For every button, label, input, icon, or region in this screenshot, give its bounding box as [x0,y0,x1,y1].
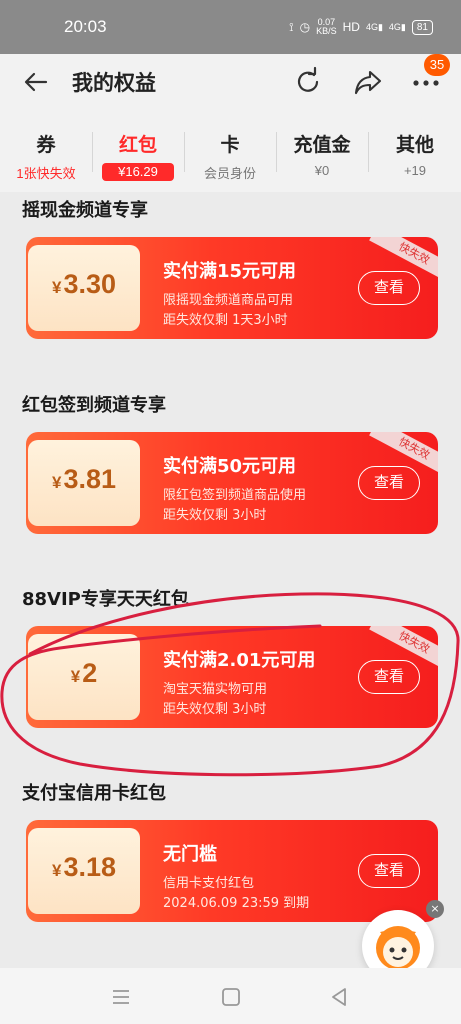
amount-panel: ¥3.30 [28,245,140,331]
red-packet-card[interactable]: ¥3.30 实付满15元可用 限摇现金频道商品可用 距失效仅剩 1天3小时 查看… [26,237,438,339]
amount: ¥3.30 [51,269,117,299]
red-packet-card[interactable]: ¥3.81 实付满50元可用 限红包签到频道商品使用 距失效仅剩 3小时 查看 … [26,432,438,534]
section-title: 支付宝信用卡红包 [22,783,166,804]
view-button[interactable]: 查看 [358,466,420,500]
amount: ¥3.81 [51,464,117,494]
section-title: 红包签到频道专享 [22,395,166,416]
page-title: 我的权益 [72,71,156,95]
tab-label: 券 [36,134,56,156]
section-title: 88VIP专享天天红包 [22,589,189,610]
amount: ¥2 [70,658,98,688]
amount: ¥3.18 [51,852,117,882]
tab-sub: 会员身份 [203,166,256,181]
tab-red-packet[interactable]: 红包 ¥16.29 [92,130,184,181]
signal-icon: 4G▮ [365,21,383,32]
expiry-text: 距失效仅剩 3小时 [163,508,267,523]
expiry-text: 2024.06.09 23:59 到期 [163,896,310,911]
amount-panel: ¥3.81 [28,440,140,526]
tab-label: 卡 [220,134,240,156]
back-icon[interactable] [326,984,352,1010]
tab-sub: +19 [403,163,427,178]
header: 我的权益 35 [0,54,461,110]
status-icons: ⟟ ◷ 0.07 KB/S HD 4G▮ 4G▮ 81 [289,18,433,36]
usage-rule: 实付满2.01元可用 [163,650,316,671]
view-button[interactable]: 查看 [358,854,420,888]
close-icon[interactable]: × [426,900,444,918]
usage-rule: 实付满50元可用 [163,456,297,477]
battery-icon: 81 [411,19,433,35]
tab-recharge[interactable]: 充值金 ¥0 [276,130,368,178]
refresh-icon[interactable] [292,66,324,98]
back-arrow-icon[interactable] [22,68,50,96]
tab-sub: ¥0 [314,163,330,178]
benefit-tabs: 券 1张快失效 红包 ¥16.29 卡 会员身份 充值金 ¥0 其他 +19 [0,110,461,192]
hd-label: HD [342,20,360,34]
view-button[interactable]: 查看 [358,271,420,305]
usage-rule: 实付满15元可用 [163,261,297,282]
scope-text: 限红包签到频道商品使用 [163,488,307,503]
menu-icon[interactable] [108,984,134,1010]
alarm-icon: ◷ [299,20,311,34]
scope-text: 信用卡支付红包 [163,876,255,891]
status-bar: 20:03 ⟟ ◷ 0.07 KB/S HD 4G▮ 4G▮ 81 [0,0,461,54]
expiry-text: 距失效仅剩 1天3小时 [163,313,288,328]
usage-rule: 无门槛 [163,844,217,865]
tab-sub: 1张快失效 [16,166,76,181]
tab-label: 红包 [118,134,157,156]
view-button[interactable]: 查看 [358,660,420,694]
red-packet-card[interactable]: ¥3.18 无门槛 信用卡支付红包 2024.06.09 23:59 到期 查看 [26,820,438,922]
tab-sub: ¥16.29 [102,163,174,181]
home-icon[interactable] [218,984,244,1010]
amount-panel: ¥3.18 [28,828,140,914]
tab-label: 充值金 [293,134,351,156]
tab-card[interactable]: 卡 会员身份 [184,130,276,182]
net-speed: 0.07 KB/S [316,17,337,36]
tab-other[interactable]: 其他 +19 [369,130,461,178]
expiry-text: 距失效仅剩 3小时 [163,702,267,717]
scope-text: 淘宝天猫实物可用 [163,682,268,697]
share-icon[interactable] [352,66,384,98]
scope-text: 限摇现金频道商品可用 [163,293,294,308]
amount-panel: ¥2 [28,634,140,720]
tab-coupon[interactable]: 券 1张快失效 [0,130,92,182]
tab-label: 其他 [395,134,434,156]
red-packet-card[interactable]: ¥2 实付满2.01元可用 淘宝天猫实物可用 距失效仅剩 3小时 查看 快失效 [26,626,438,728]
signal-icon-2: 4G▮ [388,21,406,32]
message-badge: 35 [424,54,450,76]
nfc-icon: ⟟ [289,19,294,34]
system-navbar [0,968,461,1024]
section-title: 摇现金频道专享 [22,200,148,221]
status-time: 20:03 [64,17,107,36]
